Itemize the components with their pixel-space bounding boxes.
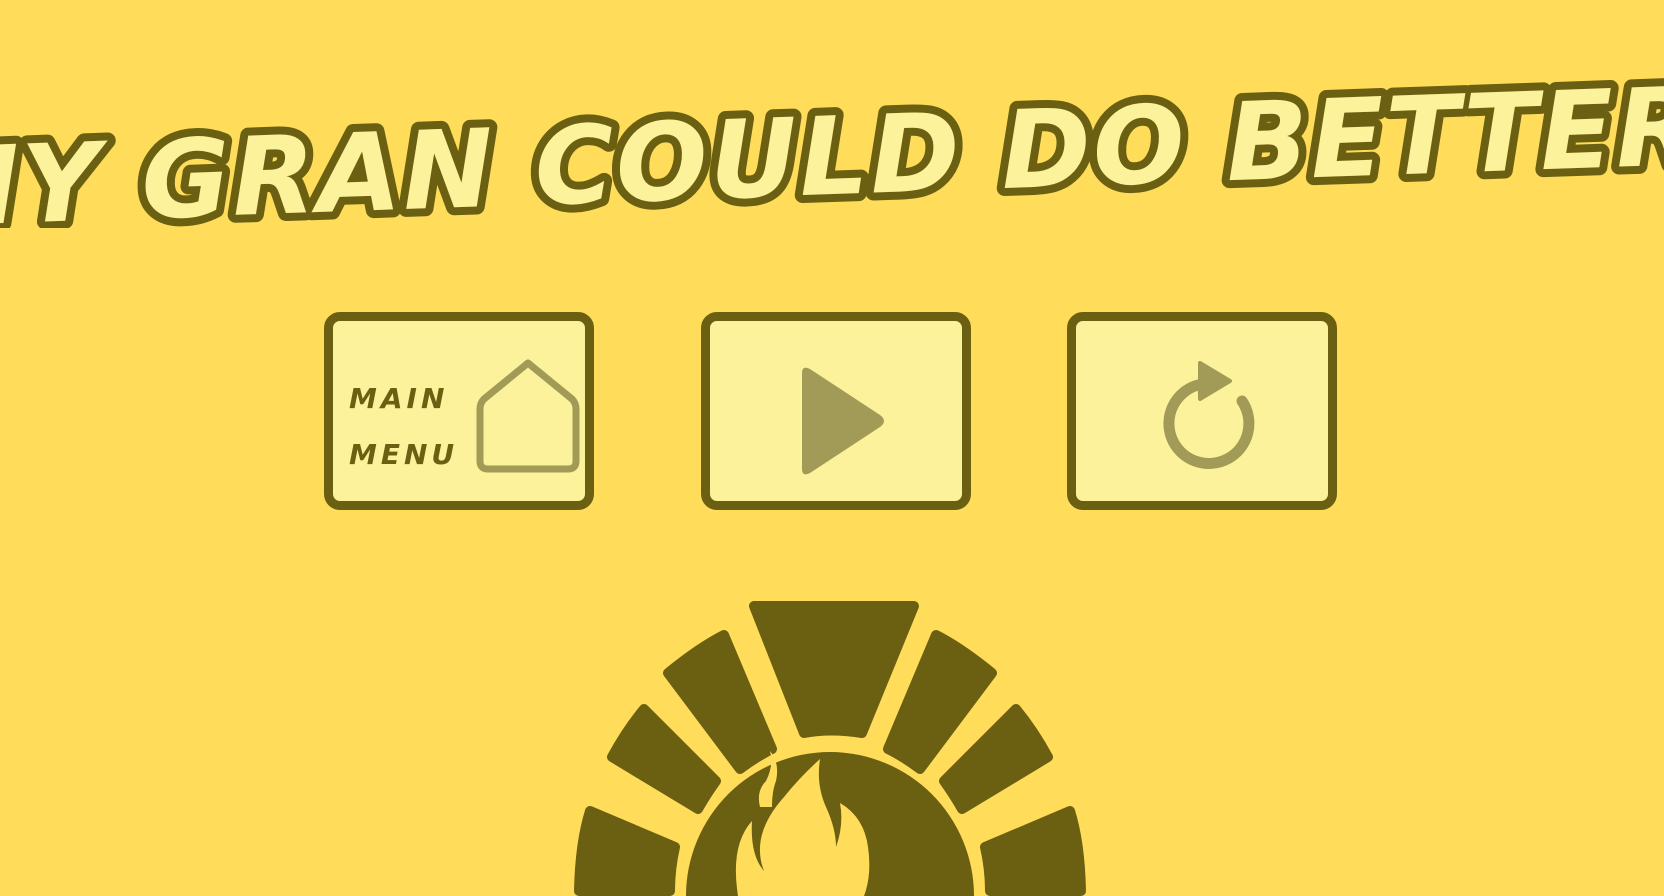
restart-icon [1163,361,1255,469]
game-title-text: MY GRAN COULD DO BETTER! [0,78,1664,228]
main-menu-label: MAIN MENU [349,382,459,471]
game-title: MY GRAN COULD DO BETTER! [0,78,1664,228]
restart-button[interactable] [1067,312,1337,510]
main-menu-button[interactable]: MAIN MENU [324,312,594,510]
pizza-oven-icon [560,585,1100,896]
home-icon [476,359,580,473]
play-button[interactable] [701,312,971,510]
play-icon [802,367,884,475]
